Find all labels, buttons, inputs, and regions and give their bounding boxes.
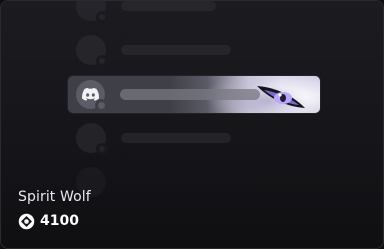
wolf-eye-art [257,86,305,108]
nameplate-preview [68,76,320,113]
price-value: 4100 [40,213,79,229]
placeholder-status-dot [96,11,108,23]
placeholder-name-bar [120,89,260,100]
placeholder-status-dot [96,143,108,155]
placeholder-name-bar [121,45,231,55]
placeholder-name-bar [121,1,216,11]
placeholder-name-bar [121,133,231,143]
status-dot [95,99,108,112]
orb-icon [18,213,35,229]
placeholder-status-dot [96,55,108,67]
shop-item-card[interactable]: Spirit Wolf 4100 [0,0,384,249]
item-title: Spirit Wolf [18,189,91,205]
item-price: 4100 [18,212,79,230]
